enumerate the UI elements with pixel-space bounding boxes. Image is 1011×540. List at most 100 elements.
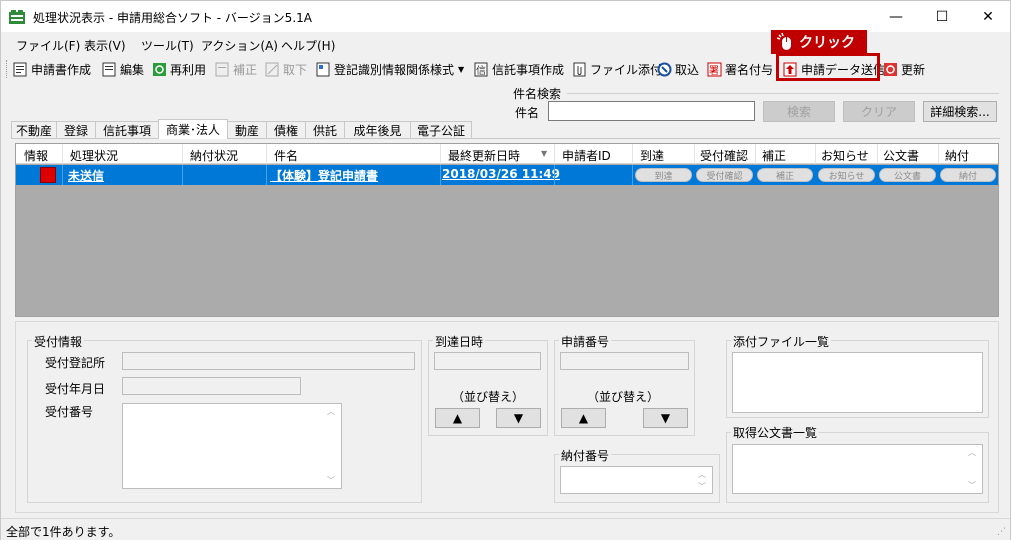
row-status[interactable]: 未送信 (68, 167, 104, 184)
withdraw-label: 取下 (283, 62, 308, 77)
tab-claims[interactable]: 債権 (266, 121, 306, 139)
click-callout: クリック (771, 30, 867, 54)
arrival-sort-up-button[interactable]: ▲ (435, 408, 480, 428)
withdraw-button[interactable]: 取下 (265, 59, 307, 79)
col-applicant-id[interactable]: 申請者ID (562, 147, 611, 164)
status-text: 全部で1件あります。 (6, 525, 121, 539)
reception-number-field[interactable]: ︿ ﹀ (122, 403, 342, 489)
notice-button[interactable]: お知らせ (818, 168, 875, 182)
col-receipt[interactable]: 受付確認 (700, 147, 748, 164)
menu-view[interactable]: 表示(V) (84, 37, 126, 54)
col-payment[interactable]: 納付 (945, 147, 969, 164)
attach-file-list[interactable] (732, 352, 983, 413)
official-doc-button[interactable]: 公文書 (879, 168, 936, 182)
detail-search-button[interactable]: 詳細検索... (923, 101, 997, 122)
reception-office-label: 受付登記所 (45, 356, 106, 370)
tab-electronic-notary[interactable]: 電子公証 (410, 121, 472, 139)
edit-button[interactable]: 編集 (102, 59, 144, 79)
receipt-button[interactable]: 受付確認 (696, 168, 753, 182)
resize-grip-icon[interactable]: ⋰ (997, 527, 1006, 537)
click-highlight-frame (776, 53, 880, 81)
minimize-button[interactable]: — (873, 1, 919, 32)
withdraw-icon (265, 62, 279, 76)
reception-info-title: 受付情報 (32, 333, 85, 350)
registration-form-icon (316, 62, 330, 76)
app-number-field (560, 352, 689, 370)
tab-movables[interactable]: 動産 (227, 121, 267, 139)
col-notice[interactable]: お知らせ (821, 147, 869, 164)
import-button[interactable]: 取込 (657, 59, 699, 79)
tab-commercial-corporate[interactable]: 商業･法人 (158, 119, 228, 139)
row-subject[interactable]: 【体験】登記申請書 (270, 167, 378, 184)
col-payment-status[interactable]: 納付状況 (190, 147, 238, 164)
arrival-date-title: 到達日時 (433, 333, 486, 350)
trust-create-button[interactable]: 信 信託事項作成 (474, 59, 564, 79)
tab-registration[interactable]: 登録 (56, 121, 96, 139)
arrival-sort-down-button[interactable]: ▼ (496, 408, 541, 428)
official-doc-list[interactable]: ︿ ﹀ (732, 444, 983, 494)
close-button[interactable]: ✕ (965, 1, 1011, 32)
trust-icon: 信 (474, 62, 488, 77)
clear-button[interactable]: クリア (843, 101, 915, 122)
col-official-doc[interactable]: 公文書 (883, 147, 919, 164)
unsent-status-icon (40, 167, 56, 183)
reuse-icon (153, 62, 166, 76)
scroll-down-icon[interactable]: ﹀ (327, 475, 339, 486)
file-attach-label: ファイル添付 (590, 62, 663, 77)
menu-file[interactable]: ファイル(F) (16, 37, 80, 54)
tab-deposit[interactable]: 供託 (305, 121, 345, 139)
search-group-label: 件名検索 (513, 87, 562, 101)
tab-guardianship[interactable]: 成年後見 (344, 121, 411, 139)
table-row[interactable]: 未送信 【体験】登記申請書 2018/03/26 11:49 到達 受付確認 補… (16, 165, 998, 185)
scroll-up-icon[interactable]: ︿ (968, 447, 980, 458)
grid-header: 情報 処理状況 納付状況 件名 最終更新日時 ▼ 申請者ID 到達 受付確認 補… (16, 144, 998, 164)
tab-trust[interactable]: 信託事項 (95, 121, 159, 139)
subject-search-input[interactable] (548, 101, 755, 121)
reuse-button[interactable]: 再利用 (152, 59, 206, 79)
create-application-button[interactable]: 申請書作成 (13, 59, 91, 79)
registration-info-button[interactable]: 登記識別情報関係様式 ▼ (316, 59, 464, 79)
col-status[interactable]: 処理状況 (70, 147, 118, 164)
toolbar-grip (6, 60, 9, 78)
reception-office-field (122, 352, 415, 370)
amend-icon (215, 62, 229, 76)
maximize-button[interactable]: ☐ (919, 1, 965, 32)
import-icon (657, 62, 672, 76)
amend-button[interactable]: 補正 (215, 59, 257, 79)
app-number-sort-up-button[interactable]: ▲ (561, 408, 606, 428)
search-name-label: 件名 (515, 106, 540, 120)
col-subject[interactable]: 件名 (274, 147, 298, 164)
registration-info-label: 登記識別情報関係様式 (334, 62, 455, 77)
payment-button[interactable]: 納付 (940, 168, 996, 182)
signature-button[interactable]: 署 署名付与 (707, 59, 773, 79)
search-button[interactable]: 検索 (763, 101, 835, 122)
signature-label: 署名付与 (725, 62, 774, 77)
row-updated[interactable]: 2018/03/26 11:49 (442, 167, 560, 181)
callout-label: クリック (799, 35, 855, 51)
mouse-icon (777, 33, 791, 50)
scroll-down-icon[interactable]: ﹀ (698, 481, 710, 492)
col-info[interactable]: 情報 (24, 147, 48, 164)
app-number-sort-down-button[interactable]: ▼ (643, 408, 688, 428)
scroll-up-icon[interactable]: ︿ (698, 469, 710, 480)
application-grid[interactable]: 情報 処理状況 納付状況 件名 最終更新日時 ▼ 申請者ID 到達 受付確認 補… (15, 143, 999, 317)
refresh-button[interactable]: 更新 (883, 59, 925, 79)
col-arrival[interactable]: 到達 (640, 147, 664, 164)
arrival-button[interactable]: 到達 (635, 168, 692, 182)
scroll-up-icon[interactable]: ︿ (327, 406, 339, 417)
tab-real-estate[interactable]: 不動産 (11, 121, 57, 139)
menu-action[interactable]: アクション(A) (201, 37, 278, 54)
refresh-icon (884, 62, 897, 76)
menu-help[interactable]: ヘルプ(H) (281, 37, 335, 54)
main-window: 処理状況表示 - 申請用総合ソフト - バージョン5.1A — ☐ ✕ ファイル… (0, 0, 1011, 540)
col-updated[interactable]: 最終更新日時 (448, 147, 520, 164)
arrival-date-field (434, 352, 541, 370)
scroll-down-icon[interactable]: ﹀ (968, 480, 980, 491)
create-application-label: 申請書作成 (31, 62, 92, 77)
file-attach-button[interactable]: ファイル添付 (572, 59, 662, 79)
menu-tools[interactable]: ツール(T) (141, 37, 194, 54)
payment-number-field[interactable]: ︿ ﹀ (560, 466, 713, 494)
edit-icon (102, 62, 116, 76)
col-amend[interactable]: 補正 (762, 147, 786, 164)
amend-row-button[interactable]: 補正 (757, 168, 813, 182)
